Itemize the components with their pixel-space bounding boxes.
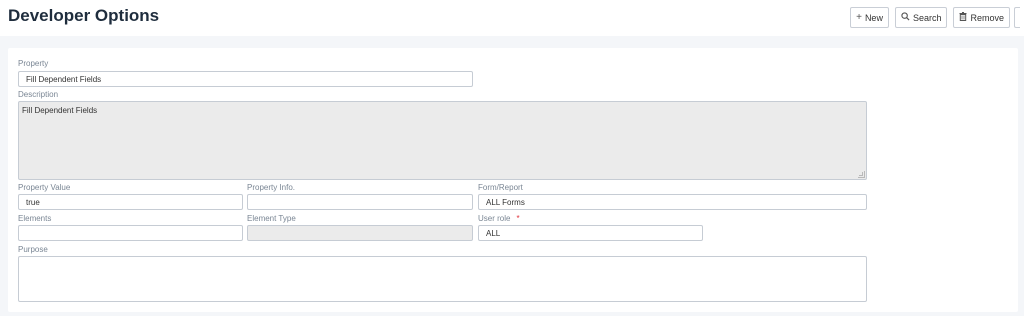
description-label: Description [18,90,59,99]
elements-field[interactable] [18,225,243,241]
search-icon [901,11,910,24]
new-button-label: New [864,12,883,23]
trash-icon [959,11,967,24]
user-role-field[interactable]: ALL [478,225,703,241]
purpose-textarea[interactable] [18,256,867,302]
description-textarea[interactable]: Fill Dependent Fields [18,101,867,180]
resize-handle-icon[interactable] [858,171,865,178]
more-button[interactable] [1014,7,1020,28]
element-type-label: Element Type [247,214,296,223]
description-text: Fill Dependent Fields [22,106,98,115]
user-role-label: User role * [478,214,520,223]
search-button[interactable]: Search [894,7,948,28]
required-mark: * [516,214,520,223]
property-field[interactable]: Fill Dependent Fields [18,71,473,87]
element-type-field [247,225,473,241]
form-report-label: Form/Report [478,183,523,192]
property-value-field[interactable]: true [18,194,243,210]
plus-icon: + [856,11,862,23]
property-info-label: Property Info. [247,183,296,192]
property-label: Property [18,59,49,68]
form-panel: Property Fill Dependent Fields Descripti… [8,48,1018,312]
property-info-field[interactable] [247,194,473,210]
form-report-field[interactable]: ALL Forms [478,194,867,210]
property-value-label: Property Value [18,183,71,192]
elements-label: Elements [18,214,52,223]
remove-button[interactable]: Remove [953,7,1010,28]
search-button-label: Search [912,12,942,23]
page-header: Developer Options + New Search Remove [0,0,1024,36]
toolbar: + New Search Remove [844,7,1020,28]
remove-button-label: Remove [970,12,1004,23]
page-title: Developer Options [8,6,160,25]
new-button[interactable]: + New [850,7,889,28]
user-role-label-text: User role [478,214,511,223]
purpose-label: Purpose [18,245,48,254]
